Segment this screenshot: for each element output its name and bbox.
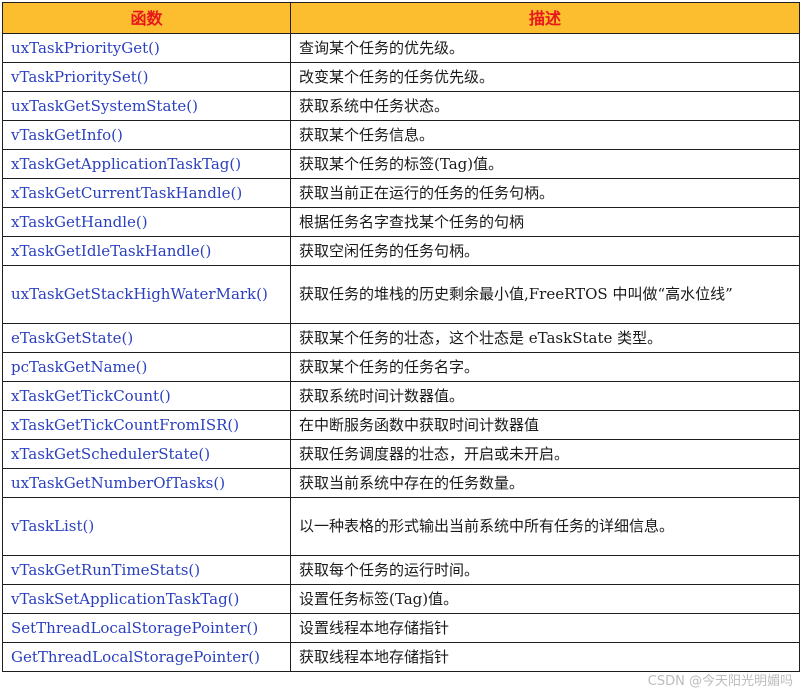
- function-name: vTaskGetInfo(): [2, 120, 291, 150]
- function-description: 设置线程本地存储指针: [290, 613, 800, 643]
- function-name: xTaskGetApplicationTaskTag(): [2, 149, 291, 179]
- function-description: 获取当前系统中存在的任务数量。: [290, 468, 800, 498]
- table-row: uxTaskGetNumberOfTasks() 获取当前系统中存在的任务数量。: [2, 468, 800, 498]
- function-name: GetThreadLocalStoragePointer(): [2, 642, 291, 672]
- table-row: vTaskSetApplicationTaskTag() 设置任务标签(Tag)…: [2, 584, 800, 614]
- table-row: pcTaskGetName() 获取某个任务的任务名字。: [2, 352, 800, 382]
- table-row: xTaskGetSchedulerState() 获取任务调度器的壮态，开启或未…: [2, 439, 800, 469]
- freertos-api-table: 函数 描述 uxTaskPriorityGet() 查询某个任务的优先级。 vT…: [2, 2, 800, 672]
- function-name: uxTaskGetSystemState(): [2, 91, 291, 121]
- function-name: vTaskPrioritySet(): [2, 62, 291, 92]
- function-name: pcTaskGetName(): [2, 352, 291, 382]
- function-description: 获取每个任务的运行时间。: [290, 555, 800, 585]
- table-row: xTaskGetIdleTaskHandle() 获取空闲任务的任务句柄。: [2, 236, 800, 266]
- function-name: vTaskSetApplicationTaskTag(): [2, 584, 291, 614]
- function-description: 获取当前正在运行的任务的任务句柄。: [290, 178, 800, 208]
- table-row: uxTaskGetSystemState() 获取系统中任务状态。: [2, 91, 800, 121]
- function-name: xTaskGetTickCount(): [2, 381, 291, 411]
- table-row: eTaskGetState() 获取某个任务的壮态，这个壮态是 eTaskSta…: [2, 323, 800, 353]
- function-description: 获取任务的堆栈的历史剩余最小值,FreeRTOS 中叫做“高水位线”: [290, 265, 800, 324]
- function-description: 获取系统中任务状态。: [290, 91, 800, 121]
- function-description: 获取某个任务的任务名字。: [290, 352, 800, 382]
- function-description: 设置任务标签(Tag)值。: [290, 584, 800, 614]
- function-name: xTaskGetTickCountFromISR(): [2, 410, 291, 440]
- function-description: 查询某个任务的优先级。: [290, 33, 800, 63]
- function-name: uxTaskGetStackHighWaterMark(): [2, 265, 291, 324]
- table-row: vTaskGetRunTimeStats() 获取每个任务的运行时间。: [2, 555, 800, 585]
- csdn-watermark: CSDN @今天阳光明媚吗: [647, 674, 793, 689]
- function-description: 获取某个任务信息。: [290, 120, 800, 150]
- table-row: uxTaskGetStackHighWaterMark() 获取任务的堆栈的历史…: [2, 265, 800, 324]
- function-name: uxTaskGetNumberOfTasks(): [2, 468, 291, 498]
- function-name: eTaskGetState(): [2, 323, 291, 353]
- table-row: xTaskGetTickCount() 获取系统时间计数器值。: [2, 381, 800, 411]
- header-function: 函数: [2, 2, 291, 34]
- function-description: 根据任务名字查找某个任务的句柄: [290, 207, 800, 237]
- table-row: SetThreadLocalStoragePointer() 设置线程本地存储指…: [2, 613, 800, 643]
- function-description: 获取任务调度器的壮态，开启或未开启。: [290, 439, 800, 469]
- function-description: 以一种表格的形式输出当前系统中所有任务的详细信息。: [290, 497, 800, 556]
- table-row: vTaskPrioritySet() 改变某个任务的任务优先级。: [2, 62, 800, 92]
- table-header-row: 函数 描述: [2, 2, 800, 34]
- function-name: xTaskGetCurrentTaskHandle(): [2, 178, 291, 208]
- function-name: vTaskList(): [2, 497, 291, 556]
- function-description: 获取空闲任务的任务句柄。: [290, 236, 800, 266]
- table-row: GetThreadLocalStoragePointer() 获取线程本地存储指…: [2, 642, 800, 672]
- function-name: xTaskGetHandle(): [2, 207, 291, 237]
- function-name: vTaskGetRunTimeStats(): [2, 555, 291, 585]
- table-row: xTaskGetTickCountFromISR() 在中断服务函数中获取时间计…: [2, 410, 800, 440]
- function-name: xTaskGetSchedulerState(): [2, 439, 291, 469]
- function-description: 获取线程本地存储指针: [290, 642, 800, 672]
- table-row: xTaskGetApplicationTaskTag() 获取某个任务的标签(T…: [2, 149, 800, 179]
- function-description: 获取某个任务的标签(Tag)值。: [290, 149, 800, 179]
- function-description: 改变某个任务的任务优先级。: [290, 62, 800, 92]
- table-row: uxTaskPriorityGet() 查询某个任务的优先级。: [2, 33, 800, 63]
- function-description: 获取某个任务的壮态，这个壮态是 eTaskState 类型。: [290, 323, 800, 353]
- function-name: uxTaskPriorityGet(): [2, 33, 291, 63]
- function-description: 获取系统时间计数器值。: [290, 381, 800, 411]
- function-description: 在中断服务函数中获取时间计数器值: [290, 410, 800, 440]
- function-name: SetThreadLocalStoragePointer(): [2, 613, 291, 643]
- table-row: vTaskGetInfo() 获取某个任务信息。: [2, 120, 800, 150]
- table-row: xTaskGetHandle() 根据任务名字查找某个任务的句柄: [2, 207, 800, 237]
- header-description: 描述: [290, 2, 800, 34]
- function-name: xTaskGetIdleTaskHandle(): [2, 236, 291, 266]
- table-row: vTaskList() 以一种表格的形式输出当前系统中所有任务的详细信息。: [2, 497, 800, 556]
- table-row: xTaskGetCurrentTaskHandle() 获取当前正在运行的任务的…: [2, 178, 800, 208]
